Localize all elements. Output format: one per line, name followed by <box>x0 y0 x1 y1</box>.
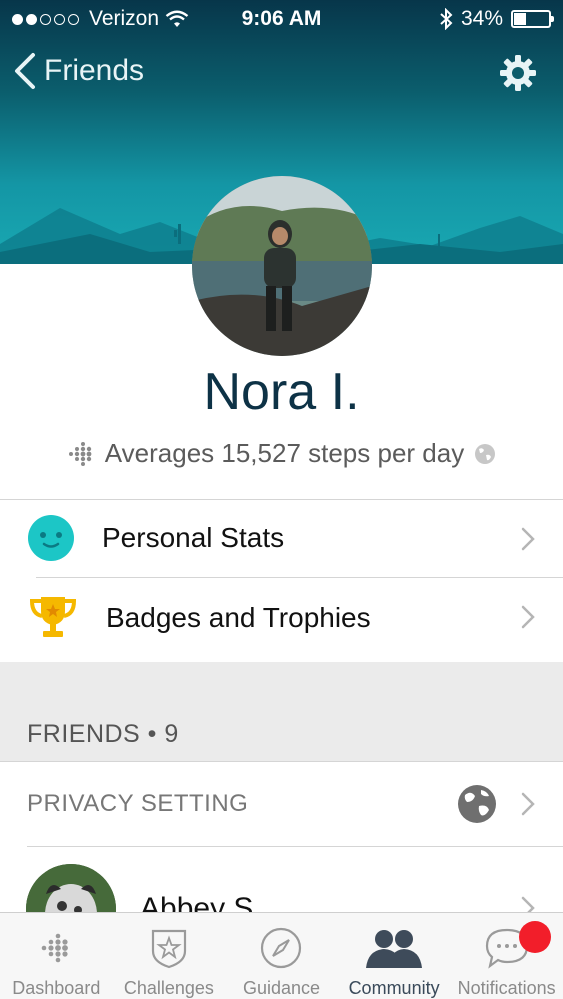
personal-stats-label: Personal Stats <box>102 522 285 553</box>
friend-avatar <box>26 864 116 912</box>
people-icon <box>366 929 423 968</box>
badges-trophies-label: Badges and Trophies <box>106 602 371 633</box>
friend-name: Abbey S. <box>140 892 262 912</box>
divider <box>27 846 563 847</box>
friend-list-item[interactable]: Abbey S. <box>0 848 563 912</box>
friend-photo <box>26 864 116 912</box>
battery-icon <box>511 10 554 28</box>
badges-trophies-row[interactable]: Badges and Trophies <box>0 578 563 662</box>
average-steps-label: Averages 15,527 steps per day <box>104 438 465 468</box>
globe-icon <box>475 443 496 464</box>
battery-percent: 34% <box>460 7 503 30</box>
star-shield-icon <box>151 929 186 968</box>
tab-label: Notifications <box>457 978 556 998</box>
tab-label: Dashboard <box>12 978 101 998</box>
chevron-right-icon <box>521 896 535 912</box>
chevron-right-icon <box>521 792 535 816</box>
tab-community[interactable]: Community <box>338 913 451 999</box>
profile-photo <box>192 176 372 356</box>
personal-stats-row[interactable]: Personal Stats <box>0 500 563 577</box>
gear-icon[interactable] <box>499 54 537 92</box>
back-button[interactable]: Friends <box>12 52 144 90</box>
chevron-right-icon <box>521 527 535 551</box>
tab-label: Guidance <box>242 978 321 998</box>
chevron-right-icon <box>521 605 535 629</box>
back-label: Friends <box>44 54 145 87</box>
privacy-setting-label: PRIVACY SETTING <box>27 790 249 817</box>
smiley-face-icon <box>28 515 74 561</box>
tab-guidance[interactable]: Guidance <box>225 913 338 999</box>
tab-bar: Dashboard Challenges Guidance Community … <box>0 912 563 999</box>
profile-name: Nora I. <box>203 363 360 421</box>
friends-count-header: FRIENDS • 9 <box>27 720 179 748</box>
globe-icon <box>458 785 496 823</box>
bluetooth-icon <box>440 8 453 30</box>
profile-avatar <box>192 176 372 356</box>
trophy-icon <box>29 597 77 637</box>
tab-dashboard[interactable]: Dashboard <box>0 913 113 999</box>
dots-grid-icon <box>41 933 69 962</box>
average-steps: Averages 15,527 steps per day <box>0 438 563 469</box>
status-right: 34% <box>439 7 554 31</box>
tab-challenges[interactable]: Challenges <box>113 913 226 999</box>
status-bar: Verizon 9:06 AM 34% <box>0 0 563 38</box>
notification-badge <box>518 921 551 953</box>
tab-label: Community <box>348 978 440 998</box>
chevron-left-icon <box>15 53 35 89</box>
fitbit-dots-icon <box>68 441 92 466</box>
privacy-setting-row[interactable]: PRIVACY SETTING <box>0 762 563 846</box>
tab-label: Challenges <box>123 978 214 998</box>
tab-notifications[interactable]: Notifications <box>450 913 563 999</box>
compass-icon <box>261 927 302 968</box>
